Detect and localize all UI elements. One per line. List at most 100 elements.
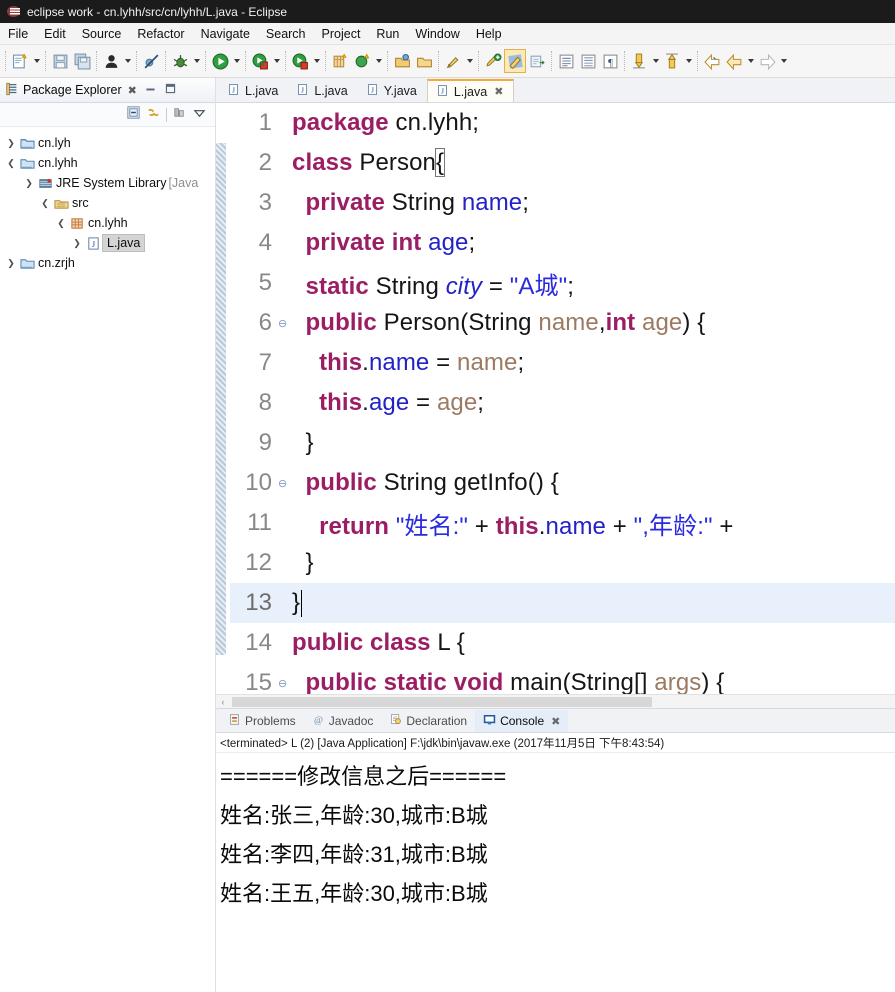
previous-edit-dropdown-arrow-icon[interactable] [683, 49, 694, 73]
tab-declaration[interactable]: Declaration [381, 710, 475, 732]
tree-item-jre-system-library[interactable]: ❯ JRE System Library [Java [0, 173, 215, 193]
menu-navigate[interactable]: Navigate [193, 25, 258, 43]
chevron-right-icon[interactable]: ❯ [4, 138, 18, 149]
close-icon[interactable]: ✖ [128, 84, 137, 97]
chevron-down-icon[interactable]: ❮ [38, 198, 52, 209]
back-dropdown-arrow-icon[interactable] [745, 49, 756, 73]
fold-marker[interactable]: ⊖ [278, 477, 292, 490]
back-icon[interactable] [723, 49, 745, 73]
code-line[interactable]: 12 } [230, 543, 895, 583]
run-dropdown-arrow-icon[interactable] [231, 49, 242, 73]
chevron-down-icon[interactable]: ❮ [54, 218, 68, 229]
menu-window[interactable]: Window [407, 25, 467, 43]
menu-refactor[interactable]: Refactor [129, 25, 192, 43]
code-line[interactable]: 9 } [230, 423, 895, 463]
code-line[interactable]: 1 package cn.lyhh; [230, 103, 895, 143]
fold-marker[interactable]: ⊖ [278, 677, 292, 690]
tree-item-src[interactable]: ❮ src [0, 193, 215, 213]
tree-item-package-cn-lyhh[interactable]: ❮ cn.lyhh [0, 213, 215, 233]
chevron-right-icon[interactable]: ❯ [4, 258, 18, 269]
search-icon[interactable] [442, 49, 464, 73]
new-class-icon[interactable] [351, 49, 373, 73]
save-icon[interactable] [49, 49, 71, 73]
coverage-icon[interactable] [289, 49, 311, 73]
code-line[interactable]: 11 return "姓名:" + this.name + ",年龄:" + [230, 503, 895, 543]
editor-tab-4-active[interactable]: J L.java ✖ [426, 79, 515, 102]
close-icon[interactable]: ✖ [494, 85, 503, 98]
chevron-right-icon[interactable]: ❯ [70, 238, 84, 249]
tree-item-cn-lyh[interactable]: ❯ cn.lyh [0, 133, 215, 153]
external-tools-dropdown-arrow-icon[interactable] [271, 49, 282, 73]
code-line[interactable]: 2 class Person{ [230, 143, 895, 183]
collapse-all-icon[interactable] [126, 105, 141, 125]
previous-annotation-icon[interactable] [482, 49, 504, 73]
code-line[interactable]: 5 static String city = "A城"; [230, 263, 895, 303]
next-annotation-icon[interactable] [628, 49, 650, 73]
code-line[interactable]: 7 this.name = name; [230, 343, 895, 383]
show-whitespace-icon[interactable] [577, 49, 599, 73]
code-line[interactable]: 4 private int age; [230, 223, 895, 263]
fold-marker[interactable]: ⊖ [278, 317, 292, 330]
menu-source[interactable]: Source [74, 25, 130, 43]
export-icon[interactable] [526, 49, 548, 73]
code-line[interactable]: 10 ⊖ public String getInfo() { [230, 463, 895, 503]
forward-dropdown-arrow-icon[interactable] [778, 49, 789, 73]
tab-javadoc[interactable]: @ Javadoc [304, 710, 382, 732]
tree-item-cn-zrjh[interactable]: ❯ cn.zrjh [0, 253, 215, 273]
run-external-tools-icon[interactable] [249, 49, 271, 73]
back-history-icon[interactable] [701, 49, 723, 73]
pilcrow-icon[interactable]: ¶ [599, 49, 621, 73]
debug-dropdown-arrow-icon[interactable] [191, 49, 202, 73]
code-text-area[interactable]: 1 package cn.lyhh; 2 class Person{ 3 pri… [230, 103, 895, 694]
code-line[interactable]: 6 ⊖ public Person(String name,int age) { [230, 303, 895, 343]
close-icon[interactable]: ✖ [551, 715, 560, 728]
menu-search[interactable]: Search [258, 25, 314, 43]
previous-edit-icon[interactable] [661, 49, 683, 73]
tree-item-cn-lyhh[interactable]: ❮ cn.lyhh [0, 153, 215, 173]
code-line[interactable]: 14 public class L { [230, 623, 895, 663]
code-line[interactable]: 8 this.age = age; [230, 383, 895, 423]
focus-on-active-task-icon[interactable] [172, 105, 187, 125]
menu-help[interactable]: Help [468, 25, 510, 43]
person-icon[interactable] [100, 49, 122, 73]
code-editor[interactable]: 1 package cn.lyhh; 2 class Person{ 3 pri… [216, 103, 895, 694]
new-wizard-dropdown-arrow-icon[interactable] [31, 49, 42, 73]
new-class-dropdown-arrow-icon[interactable] [373, 49, 384, 73]
minimize-icon[interactable] [144, 82, 157, 98]
new-wizard-icon[interactable] [9, 49, 31, 73]
editor-horizontal-scrollbar[interactable]: ‹ [216, 694, 895, 708]
menu-edit[interactable]: Edit [36, 25, 74, 43]
search-dropdown-arrow-icon[interactable] [464, 49, 475, 73]
coverage-dropdown-arrow-icon[interactable] [311, 49, 322, 73]
scroll-left-icon[interactable]: ‹ [216, 697, 230, 707]
scrollbar-thumb[interactable] [232, 696, 652, 707]
menu-file[interactable]: File [0, 25, 36, 43]
editor-tab-1[interactable]: J L.java [219, 79, 288, 102]
view-menu-icon[interactable] [192, 105, 207, 125]
java-editor-icon[interactable] [504, 49, 526, 73]
tab-problems[interactable]: Problems [220, 710, 304, 732]
menu-project[interactable]: Project [314, 25, 369, 43]
console-output[interactable]: ======修改信息之后====== 姓名:张三,年龄:30,城市:B城 姓名:… [216, 753, 895, 992]
menu-run[interactable]: Run [368, 25, 407, 43]
open-type-icon[interactable] [391, 49, 413, 73]
run-icon[interactable] [209, 49, 231, 73]
tab-console-active[interactable]: Console ✖ [475, 710, 569, 732]
maximize-icon[interactable] [164, 82, 177, 98]
package-explorer-tab[interactable]: Package Explorer ✖ [0, 78, 215, 103]
debug-icon[interactable] [169, 49, 191, 73]
code-line-current[interactable]: 13 } [230, 583, 895, 623]
link-with-editor-icon[interactable] [146, 105, 161, 125]
open-resource-icon[interactable] [413, 49, 435, 73]
new-java-project-icon[interactable] [329, 49, 351, 73]
tree-item-l-java[interactable]: ❯ J L.java [0, 233, 215, 253]
chevron-right-icon[interactable]: ❯ [22, 178, 36, 189]
save-all-icon[interactable] [71, 49, 93, 73]
skip-breakpoints-icon[interactable] [140, 49, 162, 73]
code-line[interactable]: 15 ⊖ public static void main(String[] ar… [230, 663, 895, 694]
editor-tab-3[interactable]: J Y.java [358, 79, 427, 102]
next-annotation-dropdown-arrow-icon[interactable] [650, 49, 661, 73]
person-dropdown-arrow-icon[interactable] [122, 49, 133, 73]
code-line[interactable]: 3 private String name; [230, 183, 895, 223]
forward-icon[interactable] [756, 49, 778, 73]
